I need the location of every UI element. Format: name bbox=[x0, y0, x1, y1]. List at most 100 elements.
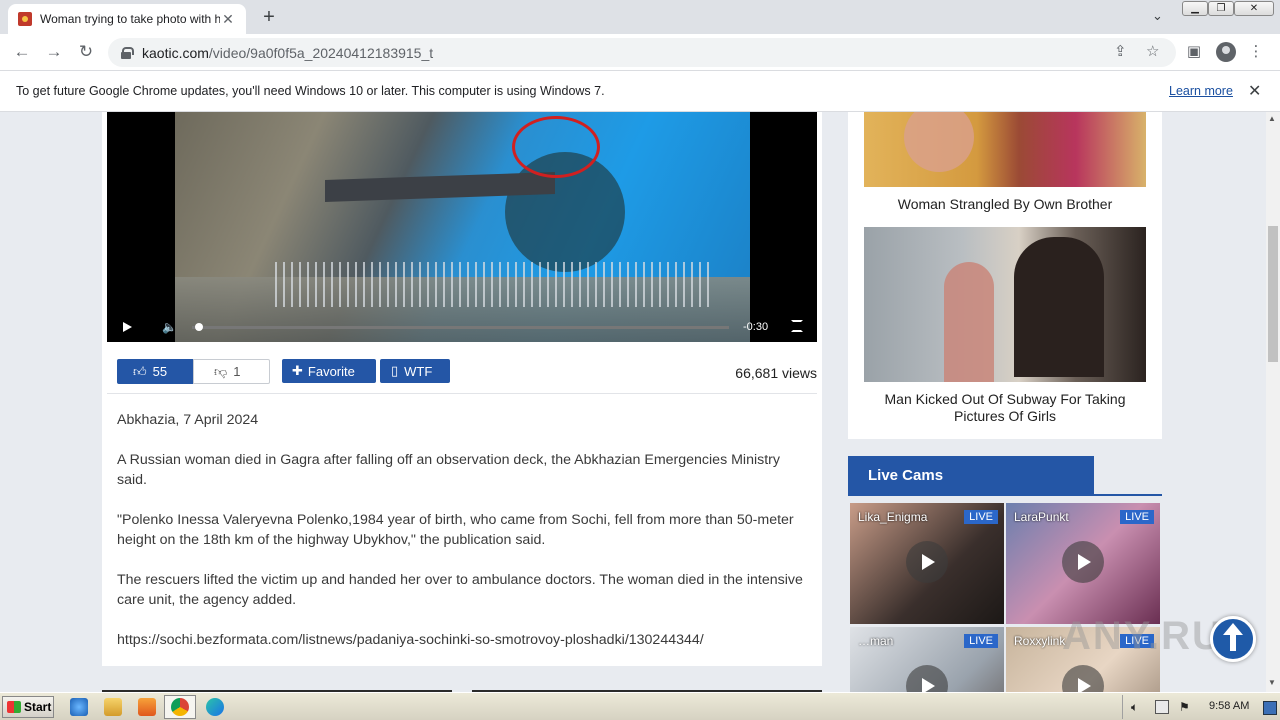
view-count: 66,681 views bbox=[735, 365, 817, 381]
internet-explorer-icon[interactable] bbox=[70, 698, 88, 716]
like-button[interactable]: 👍︎ 55 bbox=[117, 359, 193, 384]
related-title[interactable]: Woman Strangled By Own Brother bbox=[864, 196, 1146, 213]
seek-knob[interactable] bbox=[195, 323, 203, 331]
plus-icon: ✚ bbox=[292, 363, 303, 378]
play-icon[interactable] bbox=[1062, 665, 1104, 692]
tab-close-icon[interactable]: ✕ bbox=[220, 11, 236, 28]
browser-tab[interactable]: Woman trying to take photo with he ✕ bbox=[8, 4, 246, 34]
learn-more-link[interactable]: Learn more bbox=[1169, 84, 1233, 98]
wtf-label: WTF bbox=[404, 363, 433, 379]
infobar-close-icon[interactable]: ✕ bbox=[1248, 81, 1261, 101]
video-player[interactable]: 🔈 -0:30 bbox=[107, 112, 817, 342]
bookmark-star-icon[interactable]: ☆ bbox=[1146, 42, 1159, 60]
start-button[interactable]: Start bbox=[2, 696, 54, 718]
minimize-button[interactable]: ▁ bbox=[1182, 1, 1208, 16]
restore-button[interactable]: ❐ bbox=[1208, 1, 1234, 16]
side-panel-icon[interactable]: ▣ bbox=[1184, 42, 1204, 62]
article-paragraph: "Polenko Inessa Valeryevna Polenko,1984 … bbox=[117, 512, 794, 548]
page-content: 🔈 -0:30 👍︎ 55 👎︎ 1 ✚ Favorite ▯ WTF 66,6… bbox=[0, 112, 1266, 692]
forward-arrow-icon[interactable]: → bbox=[44, 42, 64, 62]
video-controls: 🔈 -0:30 bbox=[107, 312, 817, 342]
fullscreen-icon[interactable] bbox=[791, 320, 803, 332]
live-cams-header: Live Cams bbox=[848, 456, 1094, 495]
play-icon[interactable] bbox=[906, 541, 948, 583]
reload-icon[interactable]: ↻ bbox=[76, 42, 96, 62]
related-title[interactable]: Man Kicked Out Of Subway For Taking Pict… bbox=[864, 391, 1146, 425]
cam-name: Lika_Enigma bbox=[858, 510, 928, 524]
scroll-down-arrow-icon[interactable]: ▼ bbox=[1268, 678, 1276, 687]
cam-name: Roxxylink bbox=[1014, 634, 1066, 648]
favorite-label: Favorite bbox=[307, 363, 355, 379]
scrollbar-thumb[interactable] bbox=[1268, 226, 1278, 362]
flag-icon[interactable]: ⚑ bbox=[1179, 700, 1193, 714]
wtf-button[interactable]: ▯ WTF bbox=[380, 359, 450, 383]
start-label: Start bbox=[24, 700, 52, 714]
browser-toolbar: ← → ↻ kaotic.com/video/9a0f0f5a_20240412… bbox=[0, 34, 1280, 71]
new-tab-button[interactable]: + bbox=[258, 6, 280, 29]
tab-title: Woman trying to take photo with he bbox=[40, 12, 220, 26]
red-highlight-circle bbox=[512, 116, 600, 178]
source-link[interactable]: https://sochi.bezformata.com/listnews/pa… bbox=[117, 630, 812, 650]
tab-strip: Woman trying to take photo with he ✕ + ⌄… bbox=[0, 0, 1280, 34]
related-thumbnail[interactable] bbox=[864, 227, 1146, 382]
play-icon[interactable] bbox=[1062, 541, 1104, 583]
windows-logo-icon bbox=[7, 701, 21, 713]
article-dateline: Abkhazia, 7 April 2024 bbox=[117, 412, 259, 428]
address-bar[interactable]: kaotic.com/video/9a0f0f5a_20240412183915… bbox=[108, 38, 1176, 67]
menu-kebab-icon[interactable]: ⋮ bbox=[1246, 42, 1266, 62]
related-thumbnail[interactable] bbox=[864, 112, 1146, 187]
cam-tile[interactable]: …man LIVE bbox=[850, 627, 1004, 692]
seek-bar[interactable] bbox=[192, 326, 729, 329]
article-paragraph: A Russian woman died in Gagra after fall… bbox=[117, 452, 780, 488]
cam-tile[interactable]: Lika_Enigma LIVE bbox=[850, 503, 1004, 624]
page-scrollbar[interactable]: ▲ ▼ bbox=[1266, 112, 1280, 692]
live-cams-underline bbox=[848, 494, 1162, 496]
lock-icon bbox=[120, 46, 134, 59]
video-frame bbox=[175, 112, 750, 342]
infobar-message: To get future Google Chrome updates, you… bbox=[16, 84, 605, 98]
article-paragraph: The rescuers lifted the victim up and ha… bbox=[117, 572, 803, 608]
cam-name: …man bbox=[858, 634, 894, 648]
back-arrow-icon[interactable]: ← bbox=[12, 42, 32, 62]
profile-avatar-icon[interactable] bbox=[1216, 42, 1236, 62]
show-desktop-icon[interactable] bbox=[1263, 701, 1277, 715]
play-icon[interactable] bbox=[906, 665, 948, 692]
play-icon[interactable] bbox=[123, 322, 132, 332]
scroll-up-arrow-icon[interactable]: ▲ bbox=[1268, 114, 1276, 123]
tab-search-chevron-icon[interactable]: ⌄ bbox=[1152, 8, 1163, 24]
chrome-icon bbox=[171, 698, 189, 716]
time-remaining: -0:30 bbox=[743, 321, 769, 333]
close-window-button[interactable]: ✕ bbox=[1234, 1, 1274, 16]
divider bbox=[107, 393, 817, 394]
article-body: Abkhazia, 7 April 2024 A Russian woman d… bbox=[117, 410, 812, 670]
url-host: kaotic.com bbox=[142, 44, 209, 61]
related-videos-panel: Woman Strangled By Own Brother Man Kicke… bbox=[848, 112, 1162, 439]
share-icon[interactable]: ⇪ bbox=[1114, 42, 1127, 60]
volume-icon[interactable]: 🔈 bbox=[162, 320, 177, 334]
update-infobar: To get future Google Chrome updates, you… bbox=[0, 71, 1280, 112]
clock: 9:58 AM bbox=[1209, 700, 1250, 712]
url-path: /video/9a0f0f5a_20240412183915_t bbox=[208, 44, 434, 61]
live-badge: LIVE bbox=[1120, 510, 1154, 524]
like-count: 55 bbox=[152, 364, 168, 379]
file-explorer-icon[interactable] bbox=[104, 698, 122, 716]
main-column: 🔈 -0:30 👍︎ 55 👎︎ 1 ✚ Favorite ▯ WTF 66,6… bbox=[102, 112, 822, 666]
cam-tile[interactable]: LaraPunkt LIVE bbox=[1006, 503, 1160, 624]
windows-taskbar: Start 🔈︎ ⚑ 9:58 AM bbox=[0, 692, 1280, 720]
scroll-to-top-button[interactable] bbox=[1210, 616, 1256, 662]
live-badge: LIVE bbox=[964, 634, 998, 648]
thumbs-down-icon: 👎︎ bbox=[214, 363, 228, 379]
favorite-button[interactable]: ✚ Favorite bbox=[282, 359, 376, 383]
network-icon[interactable] bbox=[1155, 700, 1169, 714]
video-actions: 👍︎ 55 👎︎ 1 ✚ Favorite ▯ WTF 66,681 views bbox=[117, 359, 817, 385]
live-badge: LIVE bbox=[964, 510, 998, 524]
site-favicon-icon bbox=[18, 12, 32, 26]
dislike-button[interactable]: 👎︎ 1 bbox=[193, 359, 270, 384]
live-cams-grid: Lika_Enigma LIVE LaraPunkt LIVE …man LIV… bbox=[850, 503, 1162, 692]
edge-icon[interactable] bbox=[206, 698, 224, 716]
media-player-icon[interactable] bbox=[138, 698, 156, 716]
dislike-count: 1 bbox=[233, 364, 241, 379]
document-icon: ▯ bbox=[391, 363, 399, 378]
volume-icon[interactable]: 🔈︎ bbox=[1131, 700, 1145, 714]
thumbs-up-icon: 👍︎ bbox=[133, 363, 147, 379]
